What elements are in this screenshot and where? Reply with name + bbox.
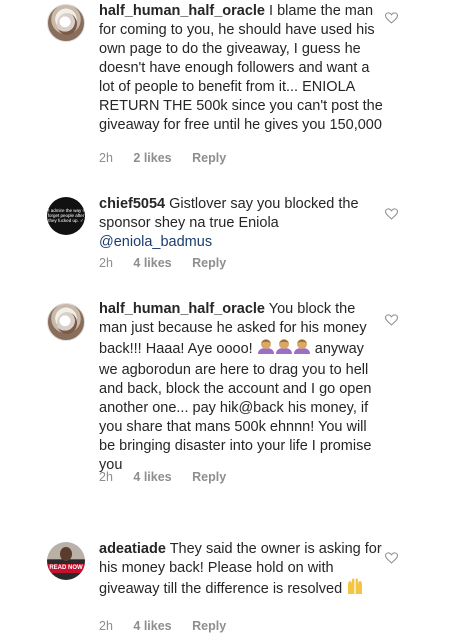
like-count[interactable]: 4 likes <box>133 470 171 484</box>
comment-body: I blame the man for coming to you, he sh… <box>99 3 383 133</box>
comment-text: chief5054 Gistlover say you blocked the … <box>99 195 384 252</box>
avatar[interactable]: READ NOW <box>47 542 85 580</box>
raised-hands-emoji-icon <box>346 578 364 601</box>
comment-text: adeatiade They said the owner is asking … <box>99 540 384 601</box>
comment-body-continued: anyway we agborodun are here to drag you… <box>99 341 372 473</box>
facepalm-emoji-icon <box>257 338 311 361</box>
comment-time: 2h <box>99 151 113 165</box>
avatar[interactable] <box>47 303 85 341</box>
reply-button[interactable]: Reply <box>192 619 226 633</box>
avatar-caption: READ NOW <box>47 564 85 573</box>
mention-link[interactable]: @eniola_badmus <box>99 234 212 250</box>
comment-meta: 2h 4 likes Reply <box>99 256 243 270</box>
comment-time: 2h <box>99 619 113 633</box>
comment-username[interactable]: adeatiade <box>99 541 166 557</box>
comment-meta: 2h 4 likes Reply <box>99 619 243 633</box>
like-count[interactable]: 4 likes <box>133 619 171 633</box>
comment-time: 2h <box>99 256 113 270</box>
heart-icon[interactable] <box>385 314 398 326</box>
heart-icon[interactable] <box>385 208 398 220</box>
like-count[interactable]: 2 likes <box>133 151 171 165</box>
comment-text: half_human_half_oracle You block the man… <box>99 300 384 475</box>
comment-time: 2h <box>99 470 113 484</box>
avatar-photo <box>60 547 72 561</box>
reply-button[interactable]: Reply <box>192 256 226 270</box>
comment-text: half_human_half_oracle I blame the man f… <box>99 2 384 135</box>
comment-username[interactable]: chief5054 <box>99 196 165 212</box>
avatar-photo <box>57 13 77 35</box>
avatar[interactable] <box>47 4 85 42</box>
heart-icon[interactable] <box>385 12 398 24</box>
avatar[interactable]: I admire the way I forget people after t… <box>47 197 85 235</box>
comment-meta: 2h 4 likes Reply <box>99 470 243 484</box>
avatar-photo <box>57 312 77 334</box>
heart-icon[interactable] <box>385 552 398 564</box>
like-count[interactable]: 4 likes <box>133 256 171 270</box>
avatar-caption: I admire the way I forget people after t… <box>47 208 85 223</box>
comment-meta: 2h 2 likes Reply <box>99 151 243 165</box>
comment-username[interactable]: half_human_half_oracle <box>99 3 265 19</box>
reply-button[interactable]: Reply <box>192 151 226 165</box>
comment-username[interactable]: half_human_half_oracle <box>99 301 265 317</box>
reply-button[interactable]: Reply <box>192 470 226 484</box>
